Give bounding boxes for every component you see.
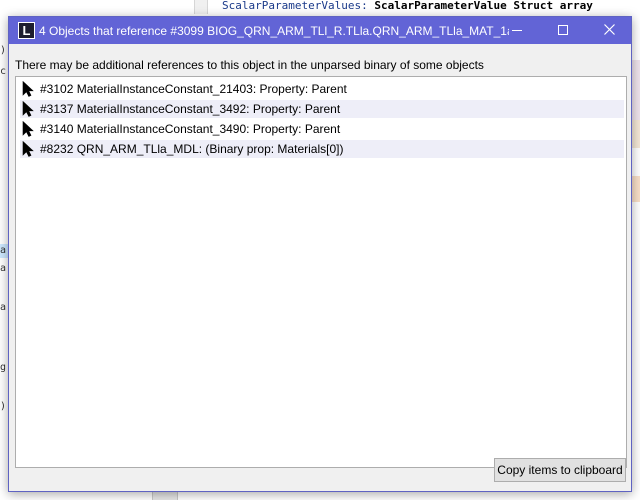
- pointer-cursor-icon: [22, 141, 34, 157]
- close-icon: [603, 23, 615, 35]
- reference-text: #3102 MaterialInstanceConstant_21403: Pr…: [40, 82, 347, 96]
- background-code-line: ScalarParameterValues: ScalarParameterVa…: [222, 0, 640, 12]
- background-char: g: [0, 362, 7, 373]
- list-item[interactable]: #8232 QRN_ARM_TLla_MDL: (Binary prop: Ma…: [20, 140, 624, 158]
- reference-text: #3137 MaterialInstanceConstant_3492: Pro…: [40, 102, 341, 116]
- background-char: a: [0, 263, 7, 274]
- minimize-icon: [512, 29, 522, 31]
- background-bottom-strip: [0, 492, 640, 500]
- code-key: ScalarParameterValues:: [222, 0, 368, 12]
- background-left-pane: ) c a a a: g ): [0, 16, 8, 500]
- background-stripe: [632, 120, 640, 148]
- app-logo-icon: L: [18, 22, 35, 39]
- background-right-pane: [632, 16, 640, 500]
- reference-text: #8232 QRN_ARM_TLla_MDL: (Binary prop: Ma…: [40, 142, 344, 156]
- pointer-cursor-icon: [22, 81, 34, 97]
- reference-text: #3140 MaterialInstanceConstant_3490: Pro…: [40, 122, 341, 136]
- code-value: ScalarParameterValue Struct array: [374, 0, 593, 12]
- pointer-cursor-icon: [22, 101, 34, 117]
- list-item[interactable]: #3137 MaterialInstanceConstant_3492: Pro…: [20, 100, 624, 118]
- minimize-button[interactable]: [494, 17, 540, 44]
- background-gutter: [152, 492, 178, 500]
- copy-to-clipboard-button[interactable]: Copy items to clipboard: [494, 458, 626, 482]
- background-editor-strip: ScalarParameterValues: ScalarParameterVa…: [0, 0, 640, 16]
- title-bar[interactable]: L 4 Objects that reference #3099 BIOG_QR…: [9, 17, 631, 44]
- maximize-icon: [558, 24, 568, 35]
- background-char: a: [0, 244, 8, 258]
- background-char: ): [0, 401, 7, 412]
- background-stripe: [632, 60, 640, 120]
- background-gutter: [194, 0, 208, 14]
- maximize-button[interactable]: [540, 17, 586, 44]
- references-dialog: L 4 Objects that reference #3099 BIOG_QR…: [8, 16, 632, 492]
- unparsed-binary-notice: There may be additional references to th…: [15, 58, 484, 72]
- list-item[interactable]: #3102 MaterialInstanceConstant_21403: Pr…: [20, 80, 624, 98]
- list-item[interactable]: #3140 MaterialInstanceConstant_3490: Pro…: [20, 120, 624, 138]
- window-title: 4 Objects that reference #3099 BIOG_QRN_…: [39, 24, 509, 38]
- background-stripe: [632, 176, 640, 202]
- background-char: a:: [0, 302, 8, 313]
- background-char: c: [0, 66, 7, 77]
- background-char: ): [0, 45, 7, 56]
- pointer-cursor-icon: [22, 121, 34, 137]
- references-list[interactable]: #3102 MaterialInstanceConstant_21403: Pr…: [15, 76, 627, 468]
- close-button[interactable]: [586, 17, 632, 44]
